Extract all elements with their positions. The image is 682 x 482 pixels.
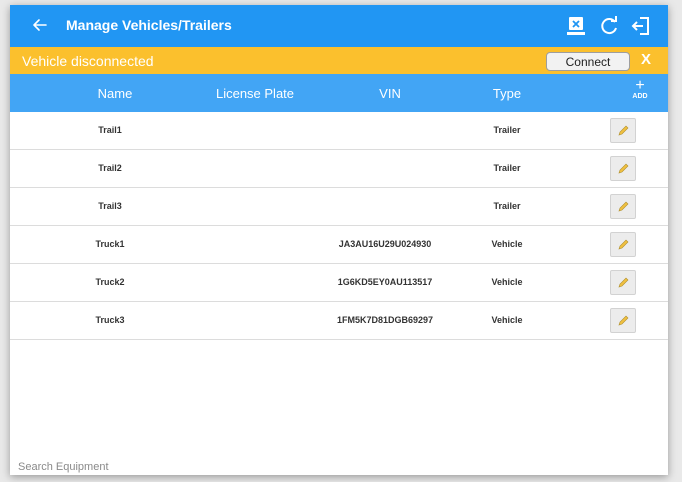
add-label: ADD [632, 93, 648, 100]
table-row[interactable]: Truck3 1FM5K7D81DGB69297 Vehicle [10, 302, 668, 340]
column-header-license-plate: License Plate [215, 86, 295, 101]
cell-vin: JA3AU16U29U024930 [338, 239, 432, 249]
cell-type: Trailer [493, 201, 521, 211]
cell-name: Truck1 [95, 239, 125, 249]
pencil-icon [618, 277, 629, 288]
plus-icon: + [635, 77, 645, 94]
cell-name: Trail2 [98, 163, 122, 173]
device-disconnect-icon[interactable] [565, 15, 587, 37]
add-button[interactable]: + ADD [625, 77, 655, 101]
close-banner-button[interactable]: X [641, 51, 651, 68]
page-title: Manage Vehicles/Trailers [66, 17, 232, 33]
table-row[interactable]: Trail3 Trailer [10, 188, 668, 226]
cell-type: Vehicle [491, 315, 523, 325]
arrow-left-icon[interactable] [30, 15, 50, 35]
column-header-type: Type [492, 86, 522, 101]
cell-name: Trail1 [98, 125, 122, 135]
edit-button[interactable] [610, 232, 636, 257]
cell-type: Vehicle [491, 239, 523, 249]
pencil-icon [618, 201, 629, 212]
connection-status: Vehicle disconnected [22, 53, 154, 69]
edit-button[interactable] [610, 270, 636, 295]
pencil-icon [618, 315, 629, 326]
search-input[interactable]: Search Equipment [18, 461, 109, 473]
column-header-vin: VIN [379, 86, 401, 101]
edit-button[interactable] [610, 194, 636, 219]
logout-icon[interactable] [630, 15, 652, 37]
edit-button[interactable] [610, 118, 636, 143]
pencil-icon [618, 239, 629, 250]
cell-vin: 1FM5K7D81DGB69297 [336, 315, 434, 325]
table-row[interactable]: Truck2 1G6KD5EY0AU113517 Vehicle [10, 264, 668, 302]
pencil-icon [618, 163, 629, 174]
edit-button[interactable] [610, 308, 636, 333]
cell-name: Truck2 [95, 277, 125, 287]
cell-name: Trail3 [98, 201, 122, 211]
cell-type: Trailer [493, 125, 521, 135]
column-header-name: Name [97, 86, 133, 101]
table-header: Name License Plate VIN Type + ADD [10, 74, 668, 112]
pencil-icon [618, 125, 629, 136]
connection-banner: Vehicle disconnected Connect X [10, 47, 668, 74]
table-row[interactable]: Trail1 Trailer [10, 112, 668, 150]
cell-type: Trailer [493, 163, 521, 173]
table-row[interactable]: Trail2 Trailer [10, 150, 668, 188]
connect-button[interactable]: Connect [546, 52, 630, 71]
edit-button[interactable] [610, 156, 636, 181]
cell-type: Vehicle [491, 277, 523, 287]
cell-name: Truck3 [95, 315, 125, 325]
cell-vin: 1G6KD5EY0AU113517 [337, 277, 433, 287]
app-bar: Manage Vehicles/Trailers [10, 5, 668, 47]
refresh-icon[interactable] [598, 15, 620, 37]
app-window: Manage Vehicles/Trailers Vehicle disconn… [10, 5, 668, 475]
table-row[interactable]: Truck1 JA3AU16U29U024930 Vehicle [10, 226, 668, 264]
